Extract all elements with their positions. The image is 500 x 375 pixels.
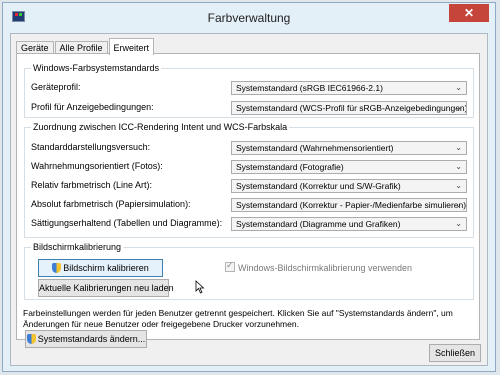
device-profile-value: Systemstandard (sRGB IEC61966-2.1) <box>236 83 383 93</box>
relative-colorimetric-value: Systemstandard (Korrektur und S/W-Grafik… <box>236 181 401 191</box>
use-windows-calibration-checkbox[interactable]: Windows-Bildschirmkalibrierung verwenden <box>225 260 413 273</box>
dialog-body: Geräte Alle Profile Erweitert Windows-Fa… <box>10 33 488 366</box>
checkbox-checked-icon <box>225 260 235 272</box>
device-profile-label: Geräteprofil: <box>31 82 81 92</box>
chevron-down-icon: ⌄ <box>455 219 462 228</box>
viewing-conditions-select[interactable]: Systemstandard (WCS-Profil für sRGB-Anze… <box>231 101 467 115</box>
shield-icon <box>52 263 62 273</box>
advanced-tab-panel: Windows-Farbsystemstandards Geräteprofil… <box>16 53 480 348</box>
change-system-defaults-label: Systemstandards ändern... <box>37 334 146 344</box>
calibrate-display-button[interactable]: Bildschirm kalibrieren <box>38 259 163 277</box>
info-text: Farbeinstellungen werden für jeden Benut… <box>23 308 453 329</box>
close-button[interactable]: Schließen <box>429 344 481 362</box>
default-intent-label: Standarddarstellungsversuch: <box>31 142 151 152</box>
relative-colorimetric-select[interactable]: Systemstandard (Korrektur und S/W-Grafik… <box>231 179 467 193</box>
window-title: Farbverwaltung <box>207 11 291 25</box>
perceptual-label: Wahrnehmungsorientiert (Fotos): <box>31 161 163 171</box>
absolute-colorimetric-value: Systemstandard (Korrektur - Papier-/Medi… <box>236 200 467 210</box>
saturation-label: Sättigungserhaltend (Tabellen und Diagra… <box>31 218 223 228</box>
default-intent-value: Systemstandard (Wahrnehmensorientiert) <box>236 143 394 153</box>
mouse-cursor-icon <box>195 280 205 294</box>
chevron-down-icon: ⌄ <box>455 181 462 190</box>
default-intent-select[interactable]: Systemstandard (Wahrnehmensorientiert) ⌄ <box>231 141 467 155</box>
use-windows-calibration-label: Windows-Bildschirmkalibrierung verwenden <box>238 263 413 273</box>
saturation-value: Systemstandard (Diagramme und Grafiken) <box>236 219 401 229</box>
chevron-down-icon: ⌄ <box>455 162 462 171</box>
chevron-down-icon: ⌄ <box>455 83 462 92</box>
tab-strip: Geräte Alle Profile Erweitert <box>16 38 155 55</box>
icc-mapping-title: Zuordnung zwischen ICC-Rendering Intent … <box>31 122 290 132</box>
viewing-conditions-label: Profil für Anzeigebedingungen: <box>31 102 154 112</box>
chevron-down-icon: ⌄ <box>455 143 462 152</box>
windows-standards-title: Windows-Farbsystemstandards <box>31 63 162 73</box>
viewing-conditions-value: Systemstandard (WCS-Profil für sRGB-Anze… <box>236 103 467 113</box>
icc-mapping-group: Zuordnung zwischen ICC-Rendering Intent … <box>24 122 474 238</box>
tab-advanced[interactable]: Erweitert <box>108 38 155 55</box>
perceptual-value: Systemstandard (Fotografie) <box>236 162 344 172</box>
saturation-select[interactable]: Systemstandard (Diagramme und Grafiken) … <box>231 217 467 231</box>
reload-calibrations-button[interactable]: Aktuelle Kalibrierungen neu laden <box>38 279 174 297</box>
calibration-group: Bildschirmkalibrierung Bildschirm kalibr… <box>24 242 474 300</box>
window-close-button[interactable]: ✕ <box>449 4 489 22</box>
color-management-window: Farbverwaltung ✕ Geräte Alle Profile Erw… <box>2 2 496 372</box>
windows-standards-group: Windows-Farbsystemstandards Geräteprofil… <box>24 63 474 118</box>
chevron-down-icon: ⌄ <box>455 200 462 209</box>
relative-colorimetric-label: Relativ farbmetrisch (Line Art): <box>31 180 153 190</box>
change-system-defaults-button[interactable]: Systemstandards ändern... <box>25 330 147 348</box>
title-bar: Farbverwaltung ✕ <box>3 3 495 33</box>
perceptual-select[interactable]: Systemstandard (Fotografie) ⌄ <box>231 160 467 174</box>
absolute-colorimetric-label: Absolut farbmetrisch (Papiersimulation): <box>31 199 191 209</box>
calibrate-display-label: Bildschirm kalibrieren <box>63 263 149 273</box>
absolute-colorimetric-select[interactable]: Systemstandard (Korrektur - Papier-/Medi… <box>231 198 467 212</box>
device-profile-select[interactable]: Systemstandard (sRGB IEC61966-2.1) ⌄ <box>231 81 467 95</box>
shield-icon <box>26 334 36 344</box>
calibration-title: Bildschirmkalibrierung <box>31 242 124 252</box>
chevron-down-icon: ⌄ <box>455 103 462 112</box>
